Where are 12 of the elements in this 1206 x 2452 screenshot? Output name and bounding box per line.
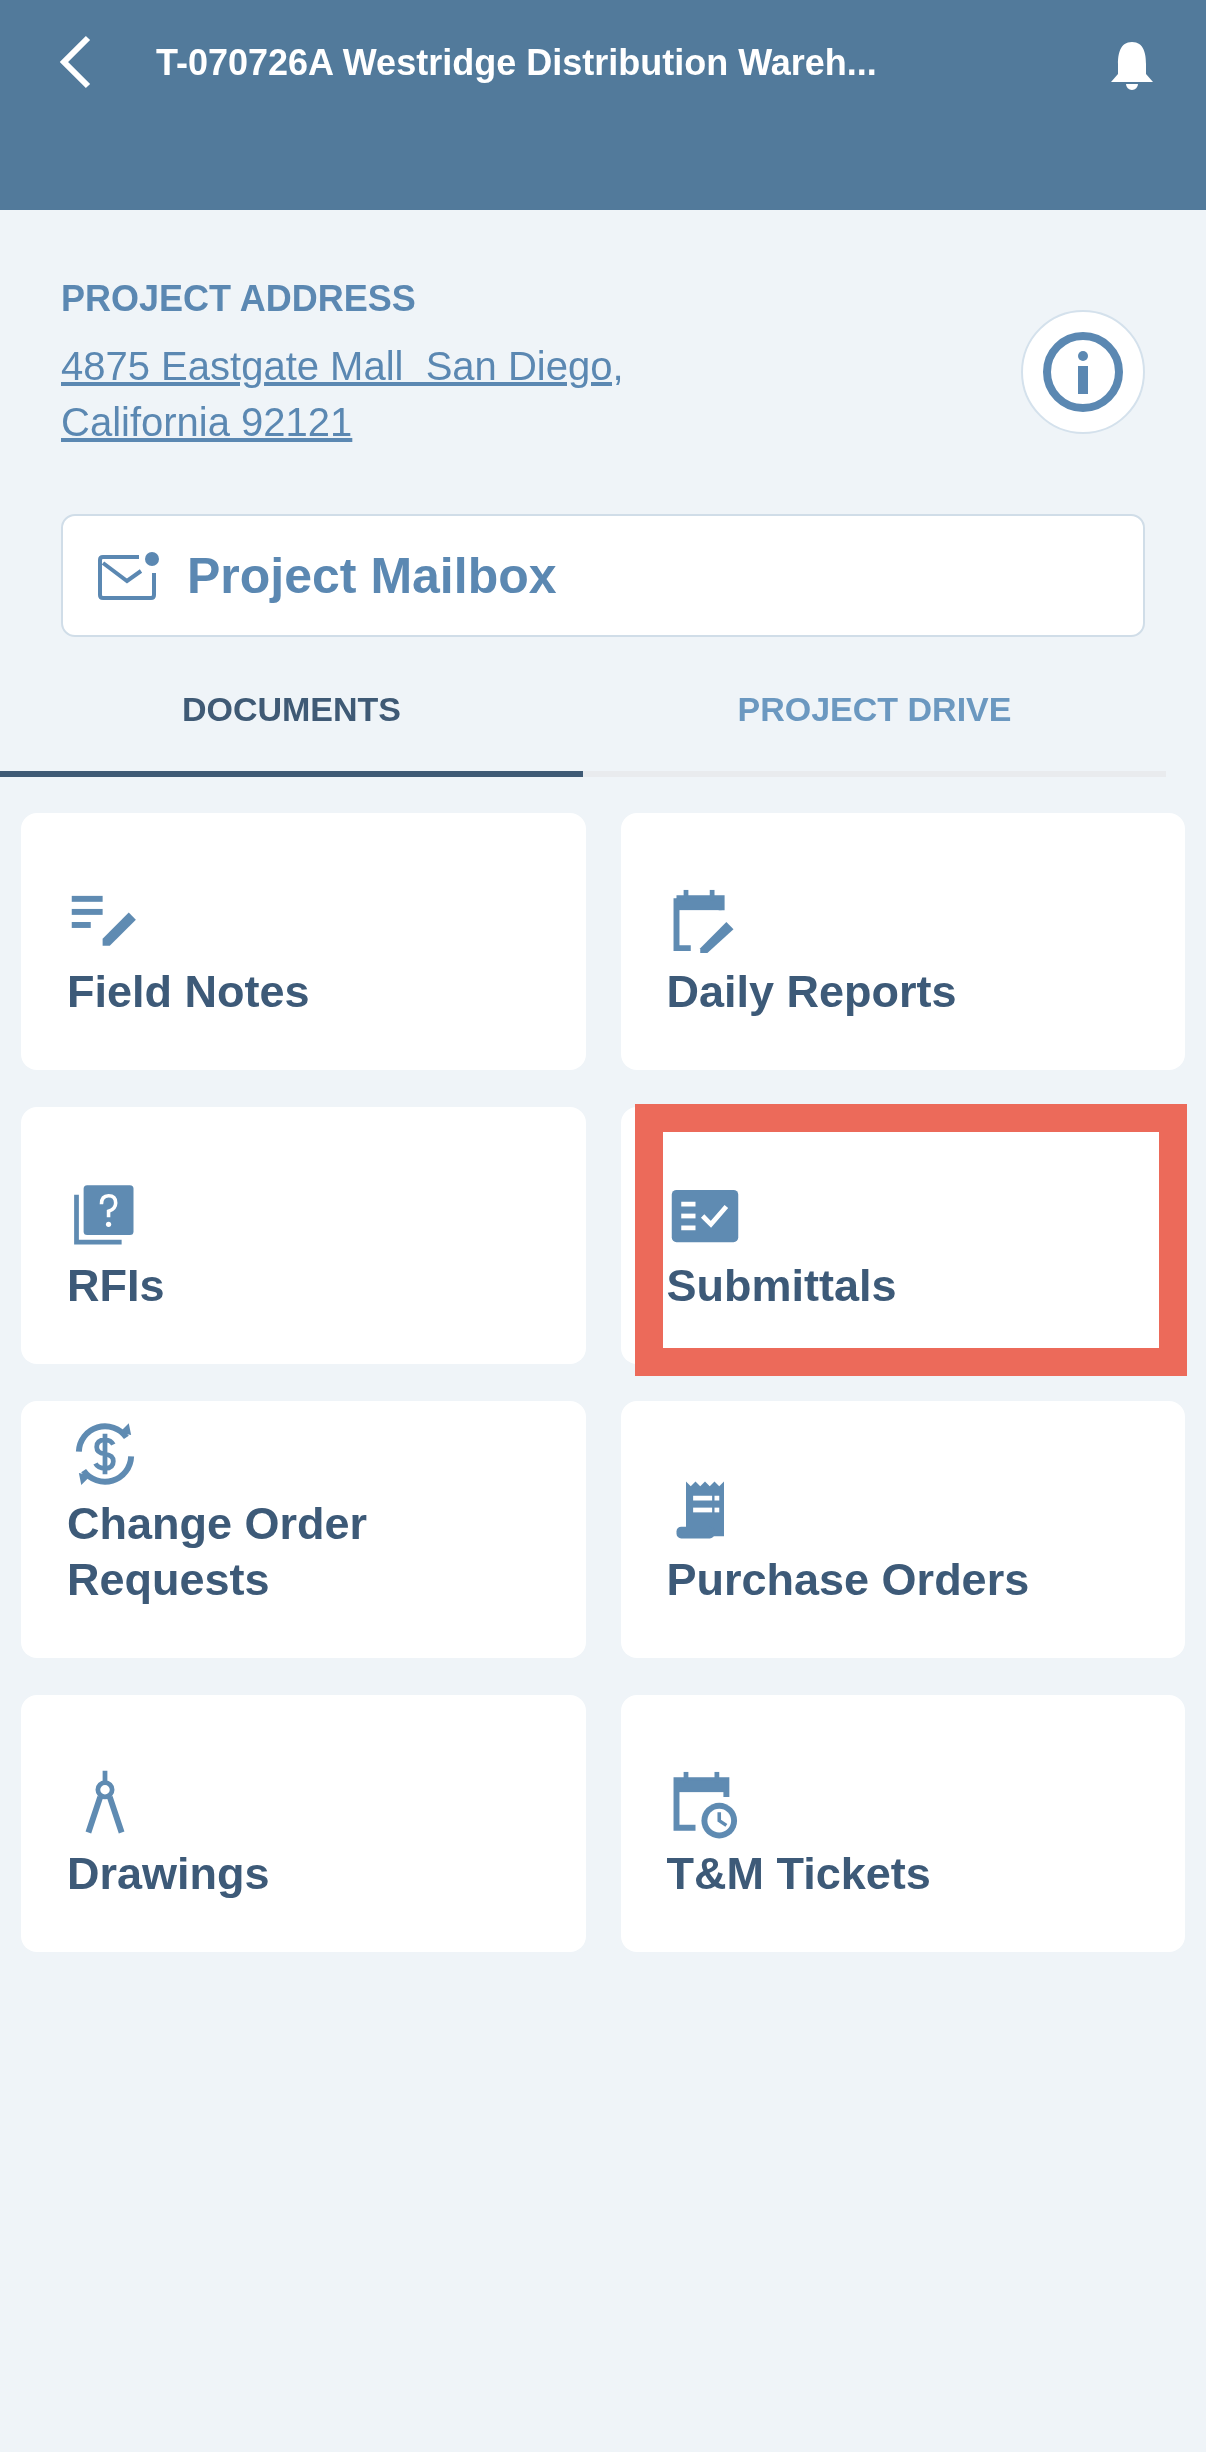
section-label: PROJECT ADDRESS — [61, 278, 417, 320]
document-tile[interactable]: Purchase Orders — [620, 1401, 1185, 1658]
document-tile[interactable]: RFIs — [21, 1107, 586, 1364]
tab[interactable]: DOCUMENTS — [0, 657, 583, 777]
project-mailbox-button[interactable]: Project Mailbox — [61, 514, 1145, 637]
document-tile[interactable]: T&M Tickets — [620, 1695, 1185, 1952]
document-tile[interactable]: Daily Reports — [620, 813, 1185, 1070]
document-tile[interactable]: Drawings — [21, 1695, 586, 1952]
envelope-icon — [97, 550, 159, 601]
project-title: T-070726A Westridge Distribution Wareh... — [156, 42, 878, 84]
document-tile[interactable]: Field Notes — [21, 813, 586, 1070]
document-tile[interactable]: Change Order Requests — [21, 1401, 586, 1658]
